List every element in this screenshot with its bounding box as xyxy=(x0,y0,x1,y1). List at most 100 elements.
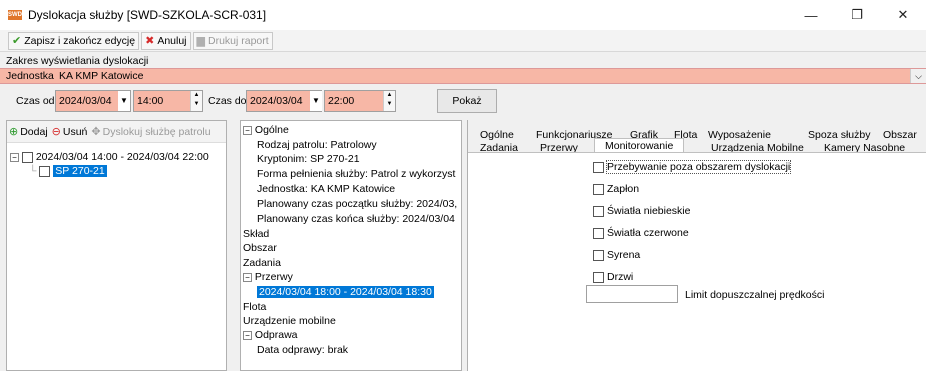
checkbox[interactable] xyxy=(593,183,604,195)
checkbox[interactable] xyxy=(593,249,604,261)
checkbox[interactable] xyxy=(39,165,51,177)
chevron-down-icon[interactable]: ⌵ xyxy=(910,69,926,83)
monitorowanie-tab-body: Przebywanie poza obszarem dyslokacji Zap… xyxy=(468,152,926,371)
collapse-icon[interactable]: − xyxy=(243,125,252,135)
cancel-button[interactable]: ✖ Anuluj xyxy=(141,31,191,50)
czas-od-time-value: 14:00 xyxy=(137,95,164,107)
checkbox-swiatla-czerwone[interactable]: Światła czerwone xyxy=(593,227,689,239)
checkbox-label: Zapłon xyxy=(607,183,640,195)
checkbox-przebywanie[interactable]: Przebywanie poza obszarem dyslokacji xyxy=(593,160,792,174)
checkbox-label: Drzwi xyxy=(607,271,634,283)
tree-item-patrol[interactable]: └ SP 270-21 xyxy=(29,165,107,177)
tree-leaf[interactable]: Forma pełnienia służby: Patrol z wykorzy… xyxy=(257,168,455,180)
plus-circle-icon: ⊕ xyxy=(9,126,19,138)
remove-label: Usuń xyxy=(62,125,88,138)
save-button[interactable]: ✔ Zapisz i zakończ edycję xyxy=(8,31,140,50)
jednostka-label: Jednostka xyxy=(6,70,54,82)
tree-leaf-label: Planowany czas końca służby: 2024/03/04 xyxy=(257,213,455,225)
speed-limit-label: Limit dopuszczalnej prędkości xyxy=(685,289,825,301)
tree-leaf-label: Rodzaj patrolu: Patrolowy xyxy=(257,139,377,151)
tab-obszar[interactable]: Obszar xyxy=(883,129,917,141)
checkbox-swiatla-niebieskie[interactable]: Światła niebieskie xyxy=(593,205,690,217)
checkbox[interactable] xyxy=(593,205,604,217)
tree-leaf-label: Jednostka: KA KMP Katowice xyxy=(257,183,396,195)
tree-node-label: Zadania xyxy=(243,257,281,269)
collapse-icon[interactable]: − xyxy=(243,330,252,340)
details-tree-panel: − Ogólne Rodzaj patrolu: Patrolowy Krypt… xyxy=(240,120,462,371)
checkbox-drzwi[interactable]: Drzwi xyxy=(593,271,633,283)
app-icon: SWD xyxy=(8,10,22,20)
tree-leaf[interactable]: Kryptonim: SP 270-21 xyxy=(257,153,360,165)
tab-spoza-sluzby[interactable]: Spoza służby xyxy=(808,129,870,141)
remove-button[interactable]: ⊖ Usuń xyxy=(52,125,88,139)
tree-leaf-break[interactable]: 2024/03/04 18:00 - 2024/03/04 18:30 xyxy=(257,286,434,298)
minimize-button[interactable]: — xyxy=(788,0,834,30)
checkbox[interactable] xyxy=(593,161,604,173)
caret-down-icon[interactable]: ▼ xyxy=(118,91,130,111)
tree-node-przerwy[interactable]: − Przerwy xyxy=(243,271,293,283)
tree-leaf-label: Kryptonim: SP 270-21 xyxy=(257,153,360,165)
tree-leaf[interactable]: Jednostka: KA KMP Katowice xyxy=(257,183,395,195)
tree-item-shift[interactable]: − 2024/03/04 14:00 - 2024/03/04 22:00 xyxy=(10,151,209,163)
speed-limit-input[interactable] xyxy=(586,285,678,303)
zakres-label: Zakres wyświetlania dyslokacji xyxy=(6,55,149,67)
checkbox-zaplon[interactable]: Zapłon xyxy=(593,183,639,195)
cross-icon: ✖ xyxy=(145,35,155,47)
add-button[interactable]: ⊕ Dodaj xyxy=(9,125,48,139)
tree-leaf[interactable]: Data odprawy: brak xyxy=(257,344,348,356)
checkbox[interactable] xyxy=(593,227,604,239)
printer-icon: ▆ xyxy=(196,35,205,47)
patrol-list-panel: ⊕ Dodaj ⊖ Usuń ✥ Dyslokuj służbę patrolu… xyxy=(6,120,227,371)
checkbox[interactable] xyxy=(593,271,604,283)
print-report-button[interactable]: ▆ Drukuj raport xyxy=(192,31,273,50)
move-icon: ✥ xyxy=(91,126,101,138)
tree-node-urzadzenie[interactable]: Urządzenie mobilne xyxy=(243,315,336,327)
tree-leaf-label: Data odprawy: brak xyxy=(257,344,349,356)
tree-leaf-label: Forma pełnienia służby: Patrol z wykorzy… xyxy=(257,168,456,180)
czas-do-date-value: 2024/03/04 xyxy=(250,95,303,107)
tree-node-ogolne[interactable]: − Ogólne xyxy=(243,124,289,136)
window-title: Dyslokacja służby [SWD-SZKOLA-SCR-031] xyxy=(28,8,267,22)
add-label: Dodaj xyxy=(20,125,48,138)
tree-node-label: Odprawa xyxy=(254,329,298,341)
checkbox[interactable] xyxy=(21,151,33,163)
close-button[interactable]: ✕ xyxy=(880,0,926,30)
tree-node-flota[interactable]: Flota xyxy=(243,301,266,313)
jednostka-select[interactable]: Jednostka KA KMP Katowice ⌵ xyxy=(0,68,926,84)
tree-node-label: Flota xyxy=(243,301,267,313)
tree-leaf[interactable]: Rodzaj patrolu: Patrolowy xyxy=(257,139,377,151)
tree-node-zadania[interactable]: Zadania xyxy=(243,257,281,269)
print-label: Drukuj raport xyxy=(208,34,269,47)
pokaz-button[interactable]: Pokaż xyxy=(437,89,497,113)
czas-od-date-value: 2024/03/04 xyxy=(59,95,112,107)
tree-node-sklad[interactable]: Skład xyxy=(243,228,269,240)
tree-leaf-label: 2024/03/04 18:00 - 2024/03/04 18:30 xyxy=(257,286,434,298)
czas-do-time-value: 22:00 xyxy=(328,95,355,107)
tree-connector: └ xyxy=(29,165,37,177)
tree-node-label: Obszar xyxy=(243,242,277,254)
collapse-icon[interactable]: − xyxy=(243,272,252,282)
title-bar: SWD Dyslokacja służby [SWD-SZKOLA-SCR-03… xyxy=(0,0,926,30)
tree-item-label: SP 270-21 xyxy=(53,165,107,177)
time-range-row: Czas od 2024/03/04 ▼ 14:00 ▲ ▼ Czas do 20… xyxy=(0,89,926,114)
dyslokuj-label: Dyslokuj służbę patrolu xyxy=(102,125,211,138)
spin-up-down-icon[interactable]: ▲ ▼ xyxy=(383,91,395,111)
save-label: Zapisz i zakończ edycję xyxy=(24,34,136,47)
tab-ogolne[interactable]: Ogólne xyxy=(480,129,514,141)
checkbox-syrena[interactable]: Syrena xyxy=(593,249,640,261)
tree-node-label: Ogólne xyxy=(254,124,289,136)
tree-node-odprawa[interactable]: − Odprawa xyxy=(243,329,298,341)
caret-down-icon[interactable]: ▼ xyxy=(310,91,322,111)
collapse-icon[interactable]: − xyxy=(10,152,19,162)
dyslokuj-button[interactable]: ✥ Dyslokuj służbę patrolu xyxy=(91,125,211,139)
czas-od-label: Czas od xyxy=(16,95,55,107)
tree-leaf[interactable]: Planowany czas początku służby: 2024/03, xyxy=(257,198,457,210)
tree-leaf[interactable]: Planowany czas końca służby: 2024/03/04 xyxy=(257,213,455,225)
checkbox-label: Światła niebieskie xyxy=(607,205,691,217)
spin-up-down-icon[interactable]: ▲ ▼ xyxy=(190,91,202,111)
tree-node-obszar[interactable]: Obszar xyxy=(243,242,277,254)
main-toolbar: ✔ Zapisz i zakończ edycję ✖ Anuluj ▆ Dru… xyxy=(0,30,926,52)
tab-wyposazenie[interactable]: Wyposażenie xyxy=(708,129,771,141)
cancel-label: Anuluj xyxy=(157,34,187,47)
maximize-button[interactable]: ❐ xyxy=(834,0,880,30)
